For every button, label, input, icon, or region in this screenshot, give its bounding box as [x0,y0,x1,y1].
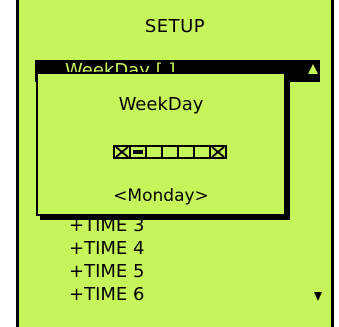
day-cell-disabled[interactable] [209,145,227,159]
menu-item-time-5[interactable]: +TIME 5 [69,260,144,283]
weekday-selector[interactable] [113,145,227,161]
cross-icon [211,147,225,157]
weekday-dialog: WeekDay <Monday> [36,72,286,216]
scroll-down-icon[interactable] [314,292,322,301]
menu-list: +TIME 3 +TIME 4 +TIME 5 +TIME 6 [69,214,144,306]
lcd-screen: SETUP WeekDay [ ] +TIME 3 +TIME 4 +TIME … [16,0,334,327]
screen-title: SETUP [144,16,206,37]
menu-item-time-6[interactable]: +TIME 6 [69,283,144,306]
dialog-value: <Monday> [113,186,209,206]
cross-icon [115,147,129,157]
menu-item-time-4[interactable]: +TIME 4 [69,237,144,260]
scroll-up-icon[interactable] [308,64,318,74]
menu-item-time-3[interactable]: +TIME 3 [69,214,144,237]
dialog-title: WeekDay [118,94,204,115]
